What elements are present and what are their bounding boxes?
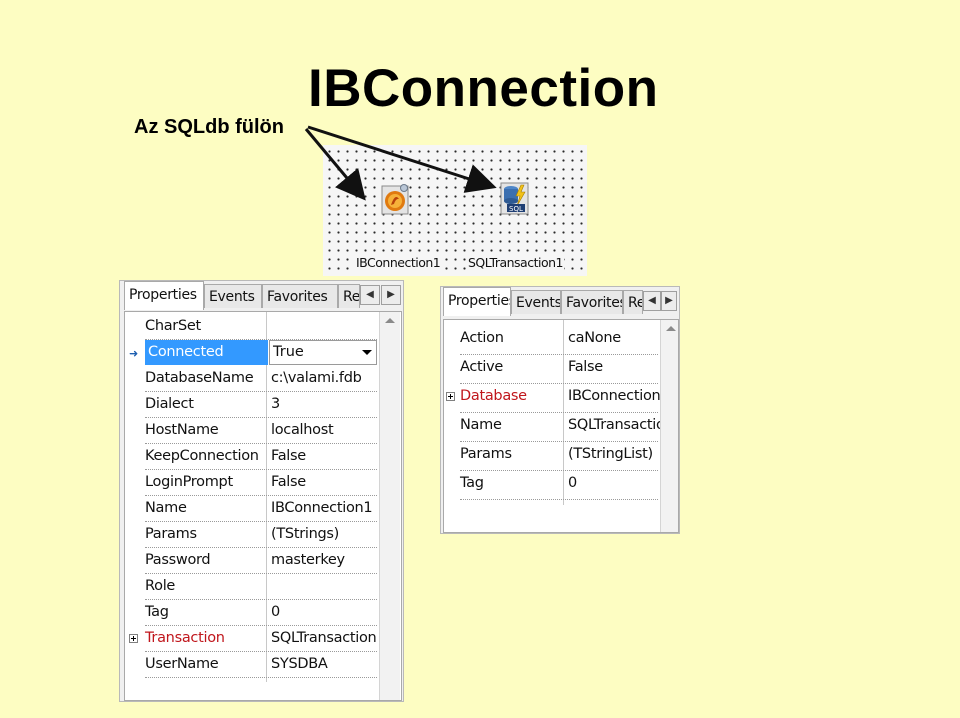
dropdown-value: True [273,344,304,360]
property-value[interactable]: 0 [568,471,658,496]
property-name: Database [460,388,527,404]
property-value[interactable]: IBConnection1 [568,384,660,409]
property-row-name[interactable]: Name SQLTransaction1 [444,413,660,442]
property-name: KeepConnection [145,448,259,464]
property-value[interactable]: (TStrings) [271,522,375,547]
arrow-to-sqltransaction [307,125,497,193]
property-value[interactable]: False [271,444,375,469]
property-value[interactable]: masterkey [271,548,375,573]
expand-plus-icon[interactable] [446,392,455,401]
property-name: Action [460,330,504,346]
property-name: UserName [145,656,219,672]
property-row-loginprompt[interactable]: LoginPrompt False [125,470,377,496]
property-name: Tag [460,475,484,491]
property-row-connected[interactable]: ➜ Connected True [125,340,377,366]
property-row-dialect[interactable]: Dialect 3 [125,392,377,418]
property-name: Params [145,526,197,542]
property-name: Password [145,552,211,568]
expand-plus-icon[interactable] [129,634,138,643]
property-value[interactable]: 0 [271,600,375,625]
connected-dropdown[interactable]: True [269,340,377,365]
tab-scroll-left-icon[interactable]: ◀ [360,285,380,305]
tab-properties[interactable]: Properties [443,287,511,316]
tab-favorites[interactable]: Favorites [561,290,623,314]
property-name: Transaction [145,630,225,646]
property-row-databasename[interactable]: DatabaseName c:\valami.fdb [125,366,377,392]
tab-restricted[interactable]: Re [338,284,360,308]
property-row-action[interactable]: Action caNone [444,326,658,355]
property-row-hostname[interactable]: HostName localhost [125,418,377,444]
property-name: CharSet [145,318,201,334]
property-row-username[interactable]: UserName SYSDBA [125,652,377,678]
property-name: DatabaseName [145,370,254,386]
property-grid[interactable]: Action caNone Active False Database IBCo… [443,319,679,533]
inspector-tabs: Properties Events Favorites Re ◀ ▶ [441,287,679,316]
tab-properties[interactable]: Properties [124,281,204,310]
property-row-tag[interactable]: Tag 0 [125,600,377,626]
property-value[interactable]: localhost [271,418,375,443]
property-name: HostName [145,422,219,438]
arrow-to-ibconnection [304,128,366,201]
chevron-down-icon[interactable] [362,350,372,355]
current-row-pointer-icon: ➜ [129,347,139,360]
property-value[interactable]: SQLTransaction1 [271,626,377,651]
property-row-tag[interactable]: Tag 0 [444,471,658,500]
property-value[interactable] [271,574,375,599]
property-value[interactable]: caNone [568,326,658,351]
tab-restricted[interactable]: Re [623,290,643,314]
tab-scroll-left-icon[interactable]: ◀ [643,291,661,311]
tab-events[interactable]: Events [511,290,561,314]
tab-scroll-right-icon[interactable]: ▶ [381,285,401,305]
property-grid[interactable]: CharSet ➜ Connected True DatabaseName c:… [124,311,402,701]
property-name: Active [460,359,504,375]
property-grid-scrollbar[interactable] [379,312,400,700]
property-row-role[interactable]: Role [125,574,377,600]
property-value[interactable]: False [271,470,375,495]
property-value[interactable] [271,314,375,339]
property-name: Role [145,578,176,594]
property-row-password[interactable]: Password masterkey [125,548,377,574]
property-name: Params [460,446,512,462]
tab-favorites[interactable]: Favorites [262,284,338,308]
property-row-params[interactable]: Params (TStrings) [125,522,377,548]
tab-scroll-right-icon[interactable]: ▶ [661,291,677,311]
property-grid-scrollbar[interactable] [660,320,678,532]
object-inspector-ibconnection: Properties Events Favorites Re ◀ ▶ CharS… [119,280,404,702]
property-name: LoginPrompt [145,474,233,490]
property-value[interactable]: IBConnection1 [271,496,375,521]
property-row-name[interactable]: Name IBConnection1 [125,496,377,522]
property-value[interactable]: SQLTransaction1 [568,413,660,438]
property-name: Tag [145,604,169,620]
property-name: Connected [145,340,268,365]
tab-events[interactable]: Events [204,284,262,308]
property-name: Name [460,417,502,433]
scroll-up-icon[interactable] [385,318,395,323]
property-row-transaction[interactable]: Transaction SQLTransaction1 [125,626,377,652]
scroll-up-icon[interactable] [666,326,676,331]
object-inspector-sqltransaction: Properties Events Favorites Re ◀ ▶ Actio… [440,286,680,534]
property-value[interactable]: SYSDBA [271,652,375,677]
property-name: Dialect [145,396,194,412]
inspector-tabs: Properties Events Favorites Re ◀ ▶ [120,281,403,310]
property-row-params[interactable]: Params (TStringList) [444,442,658,471]
property-value[interactable]: c:\valami.fdb [271,366,375,391]
property-row-charset[interactable]: CharSet [125,314,377,340]
property-row-database[interactable]: Database IBConnection1 [444,384,660,413]
property-row-keepconnection[interactable]: KeepConnection False [125,444,377,470]
property-value[interactable]: 3 [271,392,375,417]
property-row-active[interactable]: Active False [444,355,658,384]
property-value[interactable]: False [568,355,658,380]
property-value[interactable]: (TStringList) [568,442,658,467]
property-name: Name [145,500,187,516]
